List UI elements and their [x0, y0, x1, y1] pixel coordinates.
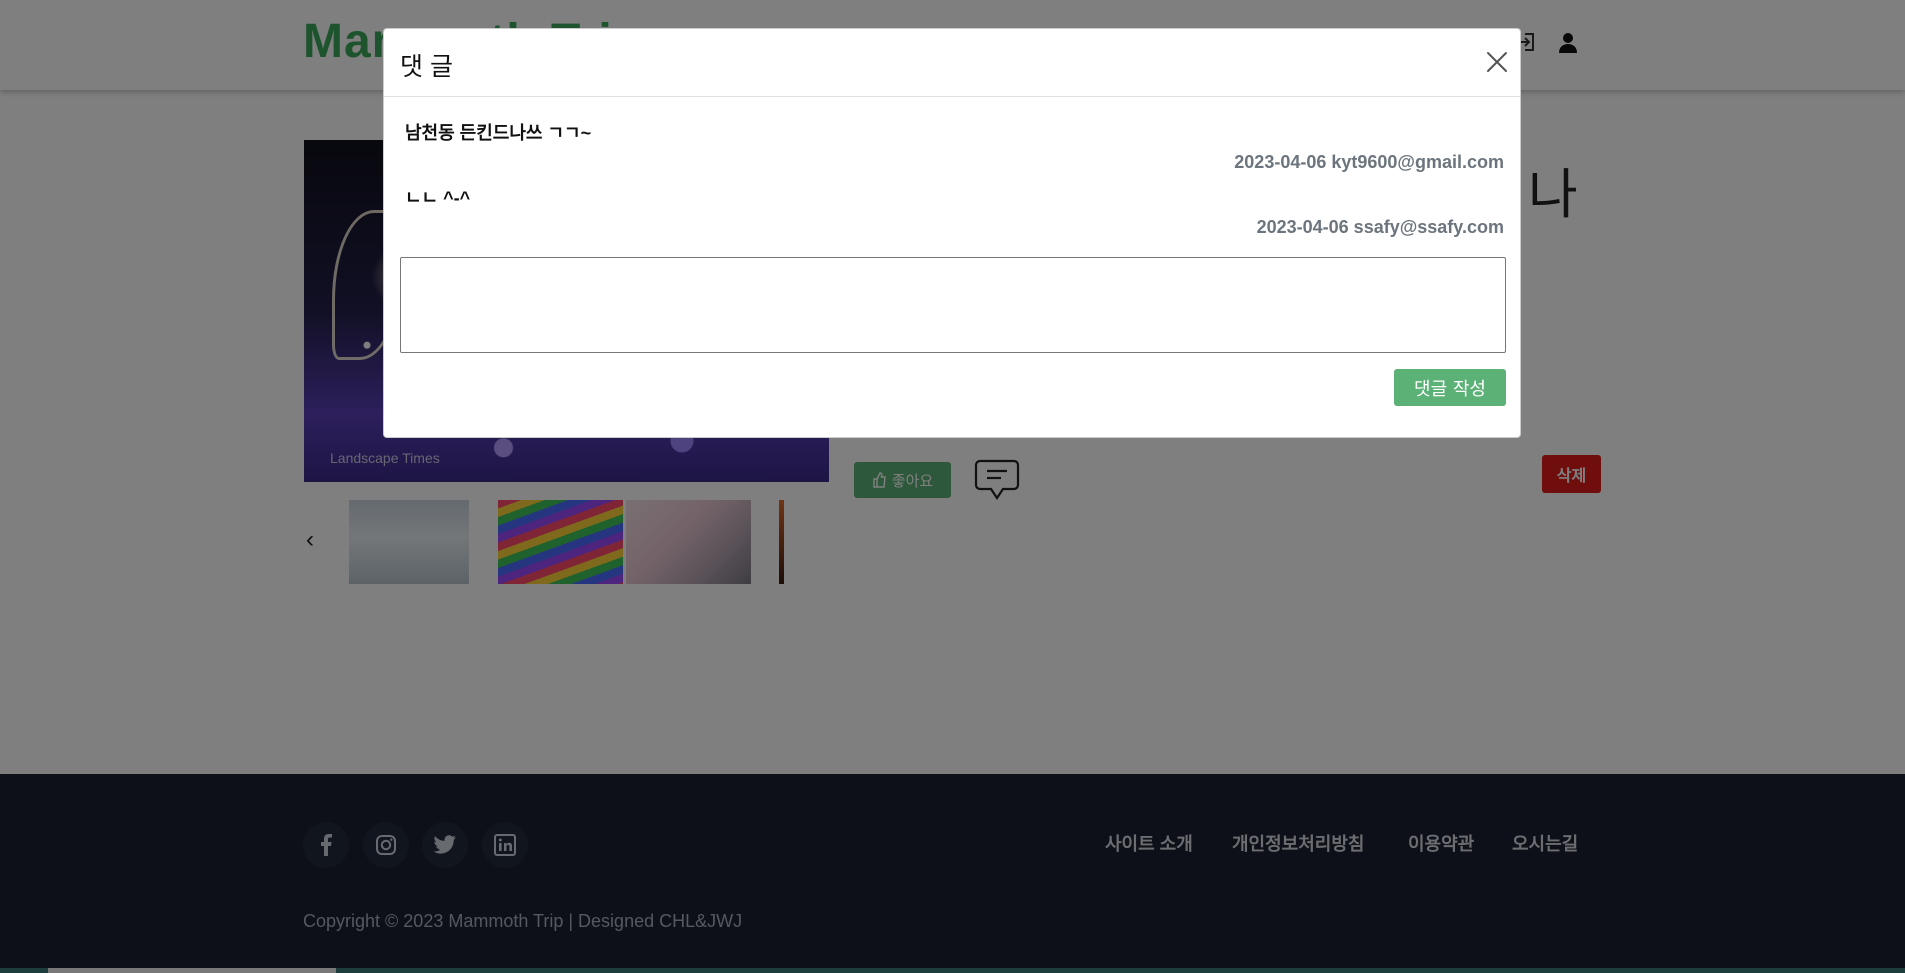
comment-input[interactable] — [400, 257, 1506, 353]
comment-text: ㄴㄴ ^-^ — [405, 188, 471, 208]
submit-comment-button[interactable]: 댓글 작성 — [1394, 369, 1506, 406]
modal-title: 댓 글 — [400, 53, 453, 81]
close-icon[interactable] — [1484, 49, 1510, 75]
comment-modal: 댓 글 남천동 든킨드나쓰 ㄱㄱ~ 2023-04-06 kyt9600@gma… — [383, 28, 1521, 438]
comment-text: 남천동 든킨드나쓰 ㄱㄱ~ — [405, 123, 592, 143]
comment-meta: 2023-04-06 kyt9600@gmail.com — [1234, 152, 1504, 172]
comment-meta: 2023-04-06 ssafy@ssafy.com — [1256, 217, 1504, 237]
modal-header: 댓 글 — [384, 29, 1520, 97]
